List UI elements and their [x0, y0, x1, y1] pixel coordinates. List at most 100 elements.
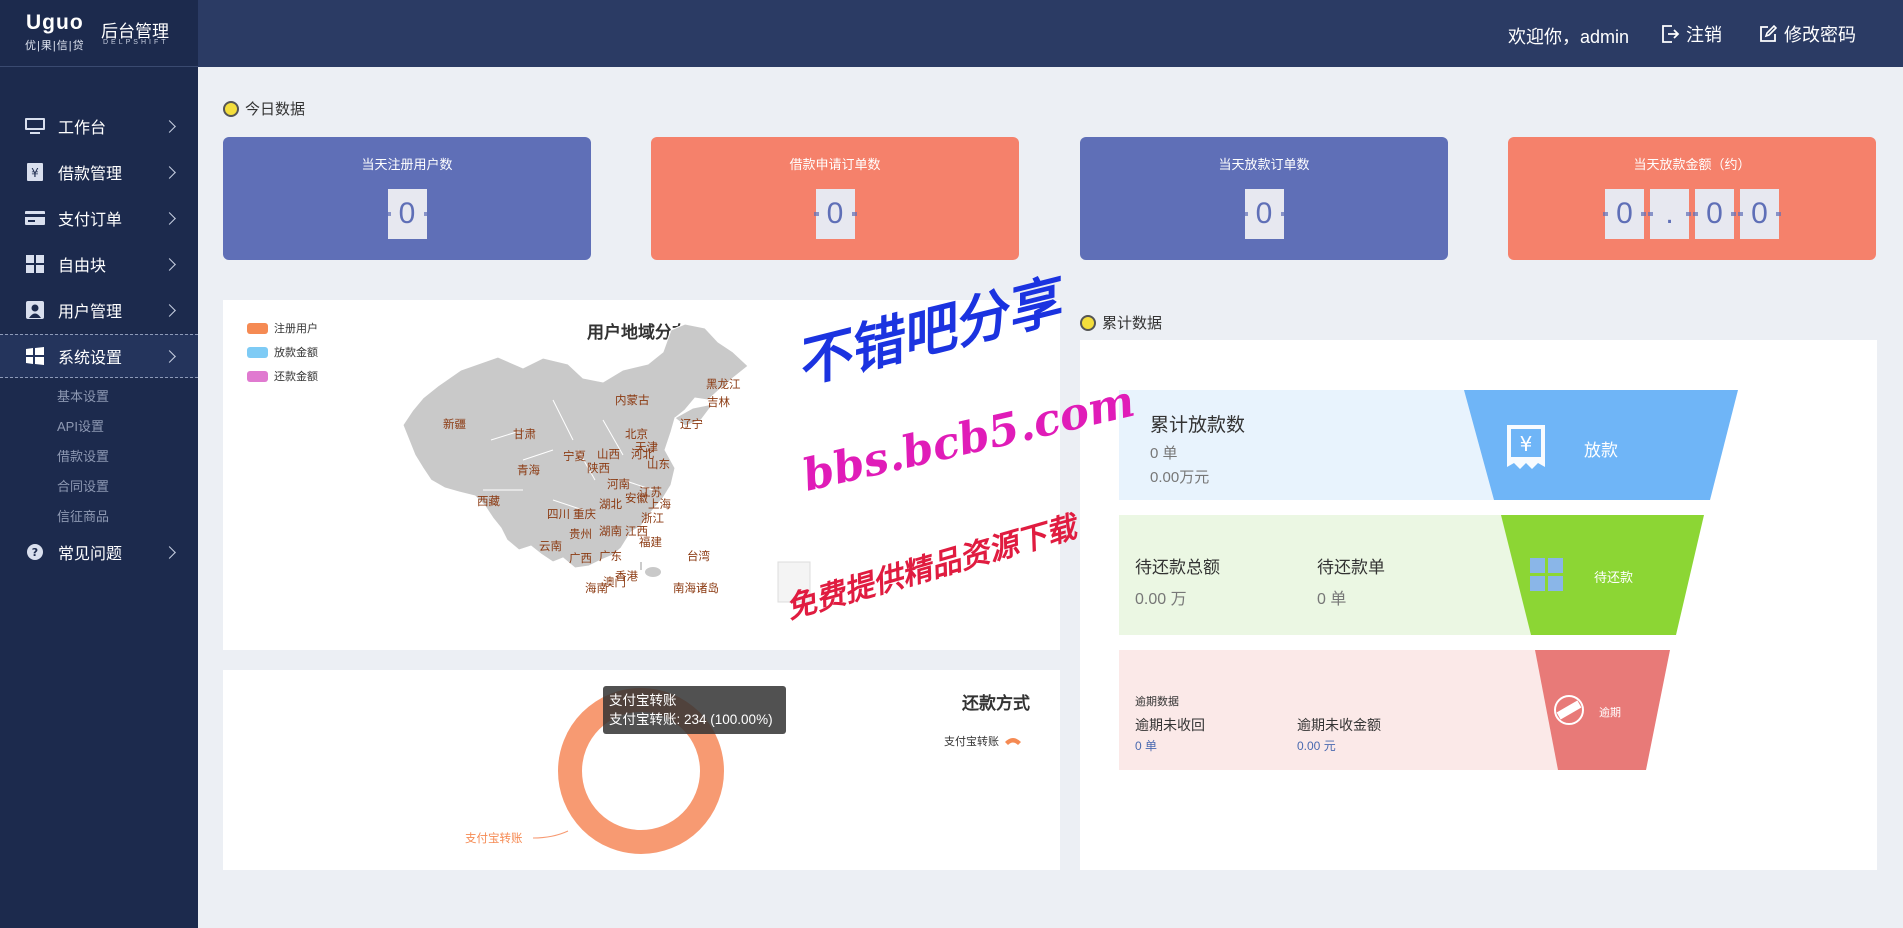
pending-total-value: 0.00 万 [1135, 591, 1187, 608]
user-region-map-panel: 注册用户 放款金额 还款金额 用户地域分布 黑龙江 吉林 内蒙古 辽宁 新疆 甘… [223, 300, 1060, 650]
province-label: 重庆 [573, 507, 596, 521]
sidebar-item-label: 系统设置 [58, 350, 123, 367]
sidebar-item-workbench[interactable]: 工作台 [0, 104, 198, 148]
sidebar-subitem-contract-settings[interactable]: 合同设置 [57, 476, 109, 495]
overdue-amount-label: 逾期未收金额 [1297, 717, 1381, 733]
tooltip-value: 支付宝转账: 234 (100.00%) [609, 712, 773, 727]
province-label: 上海 [648, 497, 671, 511]
cumulative-funnel-panel: 累计放款数 0 单 0.00万元 ¥ 放款 待还款总额 0.00 万 待还款单 … [1080, 340, 1877, 870]
sidebar-item-free-block[interactable]: 自由块 [0, 242, 198, 286]
logo-subtext: 优|果|信|贷 [25, 40, 85, 52]
pending-orders-label: 待还款单 [1317, 558, 1385, 577]
grid-icon [1529, 557, 1565, 598]
question-icon: ? [24, 542, 46, 562]
overdue-amount-value: 0.00 元 [1297, 739, 1336, 753]
province-label: 福建 [639, 535, 662, 549]
svg-text:¥: ¥ [1520, 432, 1533, 456]
province-label: 台湾 [687, 549, 710, 563]
chart-tooltip: 支付宝转账 支付宝转账: 234 (100.00%) [603, 686, 786, 734]
cumulative-data-title: 累计数据 [1080, 312, 1162, 333]
province-label: 海南 [585, 581, 608, 595]
province-label: 新疆 [443, 417, 466, 431]
sidebar-item-payment-orders[interactable]: 支付订单 [0, 196, 198, 240]
svg-text:¥: ¥ [31, 166, 39, 180]
province-label: 青海 [517, 463, 540, 477]
card-title: 当天放款金额（约） [1633, 157, 1751, 172]
change-password-button[interactable]: 修改密码 [1758, 21, 1856, 47]
card-title: 借款申请订单数 [789, 157, 881, 172]
digit: 0 [1693, 189, 1736, 239]
loan-total-amount: 0.00万元 [1150, 469, 1210, 486]
windows-icon [24, 346, 46, 366]
overdue-section-label: 逾期数据 [1135, 696, 1179, 708]
province-label: 云南 [539, 539, 562, 553]
sidebar-item-system-settings[interactable]: 系统设置 [0, 334, 198, 378]
loan-total-count: 0 单 [1150, 445, 1178, 462]
sidebar-item-label: 工作台 [58, 120, 107, 137]
overdue-unrecovered-value: 0 单 [1135, 739, 1158, 753]
monitor-icon [24, 116, 46, 136]
logo-text: Uguo [26, 11, 84, 34]
chevron-right-icon [163, 303, 176, 317]
cumulative-data-label: 累计数据 [1102, 315, 1163, 332]
svg-text:?: ? [32, 546, 38, 559]
province-label: 安徽 [625, 491, 648, 505]
province-label: 浙江 [641, 512, 664, 525]
chevron-right-icon [163, 545, 176, 559]
sidebar-item-label: 借款管理 [58, 166, 123, 183]
chevron-right-icon [163, 211, 176, 225]
stat-card-loan-applications: 借款申请订单数 0 [651, 137, 1019, 260]
digit: 0 [1738, 189, 1781, 239]
logo[interactable]: Uguo 优|果|信|贷 后台管理 DELPSHIFT [0, 0, 198, 67]
logout-icon [1662, 25, 1680, 43]
pie-slice-label: 支付宝转账 [465, 831, 523, 845]
sidebar-item-loan-management[interactable]: ¥ 借款管理 [0, 150, 198, 194]
sidebar-subitem-api-settings[interactable]: API设置 [57, 416, 104, 435]
sidebar-subitem-basic-settings[interactable]: 基本设置 [57, 386, 109, 405]
sidebar-item-user-management[interactable]: 用户管理 [0, 288, 198, 332]
province-label: 辽宁 [680, 417, 703, 431]
today-data-label: 今日数据 [245, 101, 306, 118]
card-title: 当天放款订单数 [1218, 157, 1310, 172]
sidebar-subitem-credit-products[interactable]: 信征商品 [57, 506, 109, 525]
loan-total-title: 累计放款数 [1150, 415, 1246, 436]
digit: 0 [1242, 189, 1286, 239]
sidebar-item-label: 用户管理 [58, 304, 123, 321]
overdue-unrecovered-label: 逾期未收回 [1135, 717, 1205, 733]
sidebar-item-faq[interactable]: ? 常见问题 [0, 530, 198, 574]
sidebar: Uguo 优|果|信|贷 后台管理 DELPSHIFT 工作台 ¥ 借款管理 支… [0, 0, 198, 928]
today-data-title: 今日数据 [223, 98, 305, 119]
logout-button[interactable]: 注销 [1660, 21, 1722, 47]
pending-orders-value: 0 单 [1317, 591, 1347, 608]
stat-card-registered-users: 当天注册用户数 0 [223, 137, 591, 260]
china-map[interactable]: 黑龙江 吉林 内蒙古 辽宁 新疆 甘肃 北京 天津 宁夏 山西 河北 山东 青海… [223, 300, 1060, 650]
digit: 0 [813, 189, 857, 239]
province-label: 南海诸岛 [673, 581, 719, 595]
loan-tag-label: 放款 [1584, 441, 1618, 460]
sidebar-subitem-loan-settings[interactable]: 借款设置 [57, 446, 109, 465]
card-icon [24, 208, 46, 228]
province-label: 陕西 [587, 461, 610, 475]
welcome-text: 欢迎你，admin [1508, 27, 1630, 47]
top-header: 欢迎你，admin 注销 修改密码 [198, 0, 1903, 67]
digit: 0 [1603, 189, 1646, 239]
province-label: 河南 [607, 477, 630, 491]
edit-icon [1760, 24, 1778, 42]
stat-card-loan-orders: 当天放款订单数 0 [1080, 137, 1448, 260]
province-label: 广西 [569, 552, 592, 565]
pending-tag-label: 待还款 [1594, 570, 1634, 585]
province-label: 四川 [547, 508, 570, 521]
change-password-label: 修改密码 [1784, 25, 1856, 45]
overdue-tag-label: 逾期 [1599, 707, 1621, 719]
chevron-right-icon [163, 119, 176, 133]
province-label: 西藏 [477, 495, 500, 508]
sidebar-item-label: 自由块 [58, 258, 107, 275]
province-label: 山东 [647, 458, 670, 471]
province-label: 吉林 [707, 395, 730, 409]
app-subtitle: DELPSHIFT [103, 39, 169, 46]
overdue-stamp-icon [1552, 693, 1586, 732]
province-label: 山西 [597, 448, 620, 461]
province-label: 甘肃 [513, 428, 536, 441]
sidebar-item-label: 支付订单 [58, 212, 123, 229]
province-label: 广东 [599, 550, 622, 563]
